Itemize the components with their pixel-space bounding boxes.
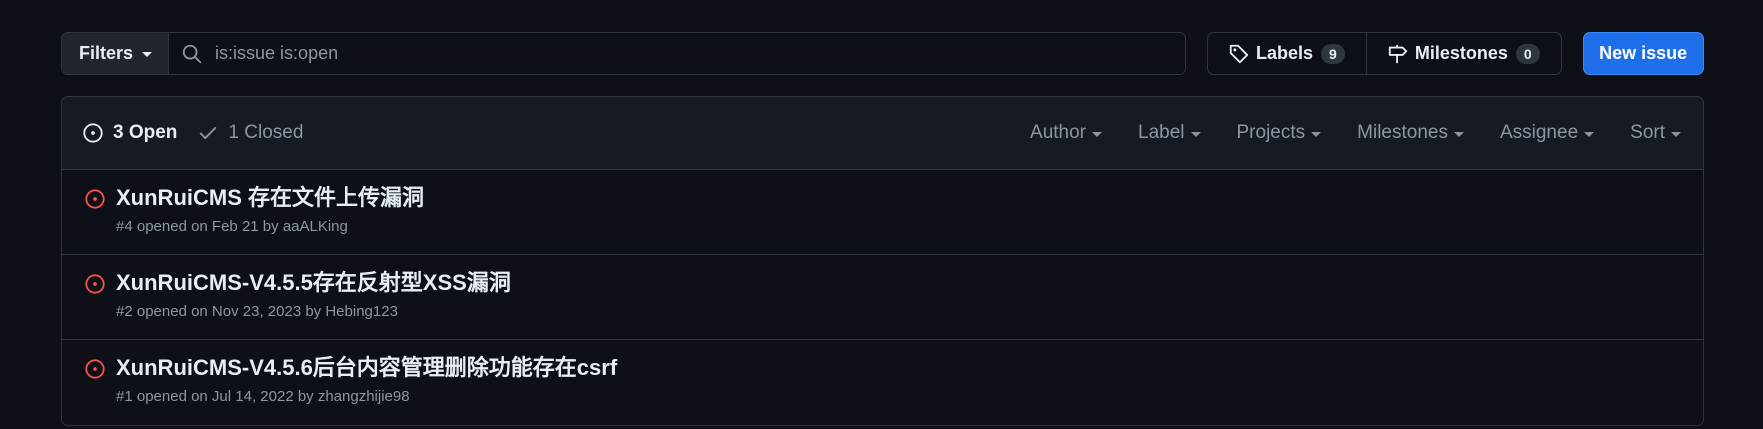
milestones-filter-label: Milestones — [1357, 122, 1448, 143]
issue-title-link[interactable]: XunRuiCMS-V4.5.5存在反射型XSS漏洞 — [116, 269, 511, 297]
chevron-down-icon — [1190, 131, 1201, 137]
issue-opened-icon — [85, 189, 105, 209]
search-icon — [182, 44, 202, 63]
issue-meta: #4 opened on Feb 21 by aaALKing — [116, 218, 424, 235]
issues-list-header: 3 Open 1 Closed Author Label Projects Mi… — [62, 97, 1703, 170]
sort-filter-label: Sort — [1630, 122, 1665, 143]
labels-button[interactable]: Labels 9 — [1208, 33, 1366, 74]
open-issues-label: 3 Open — [113, 122, 178, 143]
chevron-down-icon — [1092, 131, 1102, 137]
assignee-filter[interactable]: Assignee — [1499, 122, 1595, 144]
filters-button[interactable]: Filters — [62, 33, 170, 74]
chevron-down-icon — [1671, 131, 1681, 137]
issue-meta: #2 opened on Nov 23, 2023 by Hebing123 — [116, 303, 511, 320]
closed-issues-tab[interactable]: 1 Closed — [197, 122, 303, 144]
chevron-down-icon — [1584, 131, 1595, 137]
chevron-down-icon — [1453, 131, 1464, 137]
issue-row[interactable]: XunRuiCMS-V4.5.6后台内容管理删除功能存在csrf #1 open… — [62, 340, 1703, 425]
issue-author-link[interactable]: aaALKing — [283, 218, 348, 235]
check-icon — [200, 127, 217, 139]
issue-opened-icon — [85, 274, 105, 294]
closed-issues-label: 1 Closed — [228, 122, 304, 143]
new-issue-button[interactable]: New issue — [1582, 32, 1704, 75]
issue-content: XunRuiCMS 存在文件上传漏洞 #4 opened on Feb 21 b… — [116, 184, 424, 254]
projects-filter-label: Projects — [1236, 122, 1306, 143]
milestones-count: 0 — [1515, 43, 1540, 64]
issue-meta: #1 opened on Jul 14, 2022 by zhangzhijie… — [116, 388, 617, 405]
issue-row[interactable]: XunRuiCMS 存在文件上传漏洞 #4 opened on Feb 21 b… — [62, 170, 1703, 255]
issues-list: 3 Open 1 Closed Author Label Projects Mi… — [61, 96, 1704, 426]
issue-meta-text: #2 opened on Nov 23, 2023 by — [116, 303, 326, 320]
labels-milestones-nav: Labels 9 Milestones 0 — [1207, 32, 1562, 75]
milestone-icon — [1388, 44, 1407, 63]
search-field[interactable] — [169, 33, 1185, 74]
milestones-filter[interactable]: Milestones — [1357, 122, 1464, 144]
issue-filter-menus: Author Label Projects Milestones Assigne… — [1030, 122, 1703, 144]
projects-filter[interactable]: Projects — [1237, 122, 1322, 144]
milestones-button[interactable]: Milestones 0 — [1365, 33, 1561, 74]
issue-opened-icon — [85, 359, 105, 379]
issue-author-link[interactable]: zhangzhijie98 — [318, 388, 410, 405]
assignee-filter-label: Assignee — [1499, 122, 1579, 143]
issue-content: XunRuiCMS-V4.5.6后台内容管理删除功能存在csrf #1 open… — [116, 354, 617, 425]
issue-row[interactable]: XunRuiCMS-V4.5.5存在反射型XSS漏洞 #2 opened on … — [62, 255, 1703, 340]
search-input[interactable] — [215, 43, 1185, 64]
issues-toolbar: Filters Labels 9 Milestone — [61, 32, 1704, 75]
filter-search-group: Filters — [61, 32, 1186, 75]
author-filter[interactable]: Author — [1030, 122, 1102, 144]
issue-content: XunRuiCMS-V4.5.5存在反射型XSS漏洞 #2 opened on … — [116, 269, 511, 339]
chevron-down-icon — [1311, 131, 1322, 137]
labels-count: 9 — [1321, 43, 1345, 64]
label-filter-label: Label — [1138, 122, 1185, 143]
sort-filter[interactable]: Sort — [1630, 122, 1681, 144]
chevron-down-icon — [142, 52, 153, 57]
labels-label: Labels — [1256, 43, 1314, 63]
issue-author-link[interactable]: Hebing123 — [325, 303, 398, 320]
issue-title-link[interactable]: XunRuiCMS-V4.5.6后台内容管理删除功能存在csrf — [116, 354, 617, 382]
issue-meta-text: #1 opened on Jul 14, 2022 by — [116, 388, 318, 405]
tag-icon — [1229, 44, 1249, 63]
milestones-label: Milestones — [1414, 43, 1508, 63]
author-filter-label: Author — [1030, 122, 1086, 143]
issue-meta-text: #4 opened on Feb 21 by — [116, 218, 283, 235]
open-issues-tab[interactable]: 3 Open — [82, 122, 177, 144]
issue-opened-icon — [83, 123, 103, 143]
issue-title-link[interactable]: XunRuiCMS 存在文件上传漏洞 — [116, 184, 424, 212]
label-filter[interactable]: Label — [1138, 122, 1201, 144]
filters-label: Filters — [79, 43, 134, 63]
